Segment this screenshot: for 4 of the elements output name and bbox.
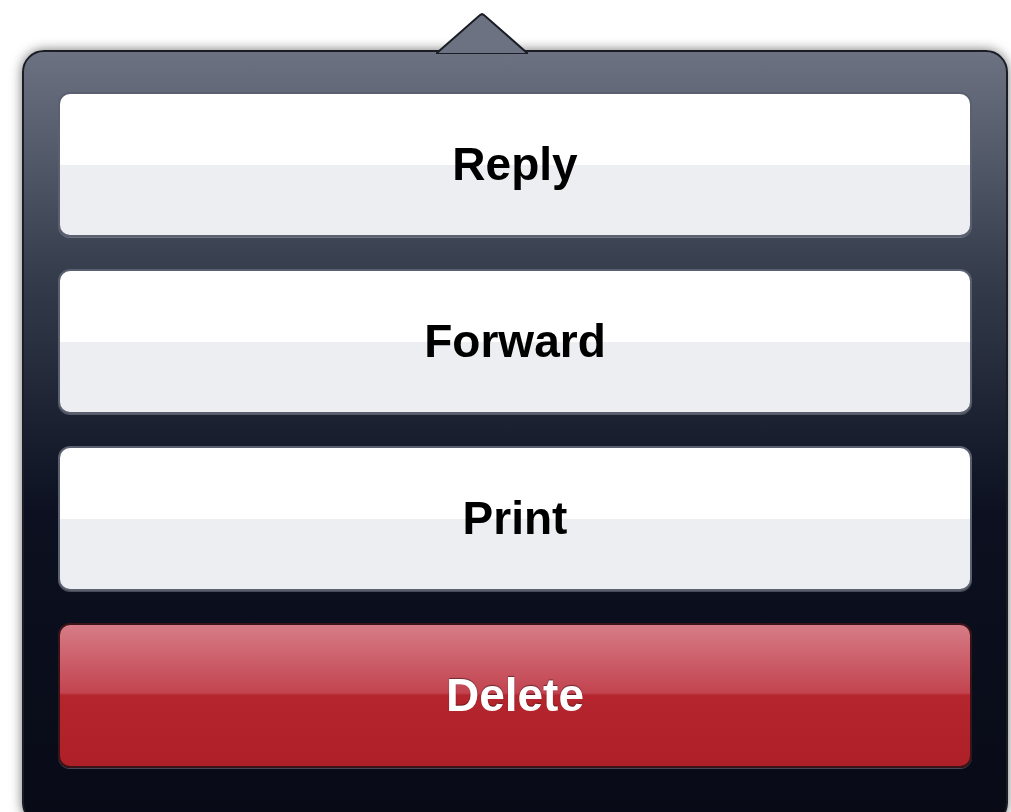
action-button[interactable]: Reply [58,92,972,237]
action-button[interactable]: Delete [58,623,972,768]
action-button[interactable]: Forward [58,269,972,414]
action-button[interactable]: Print [58,446,972,591]
